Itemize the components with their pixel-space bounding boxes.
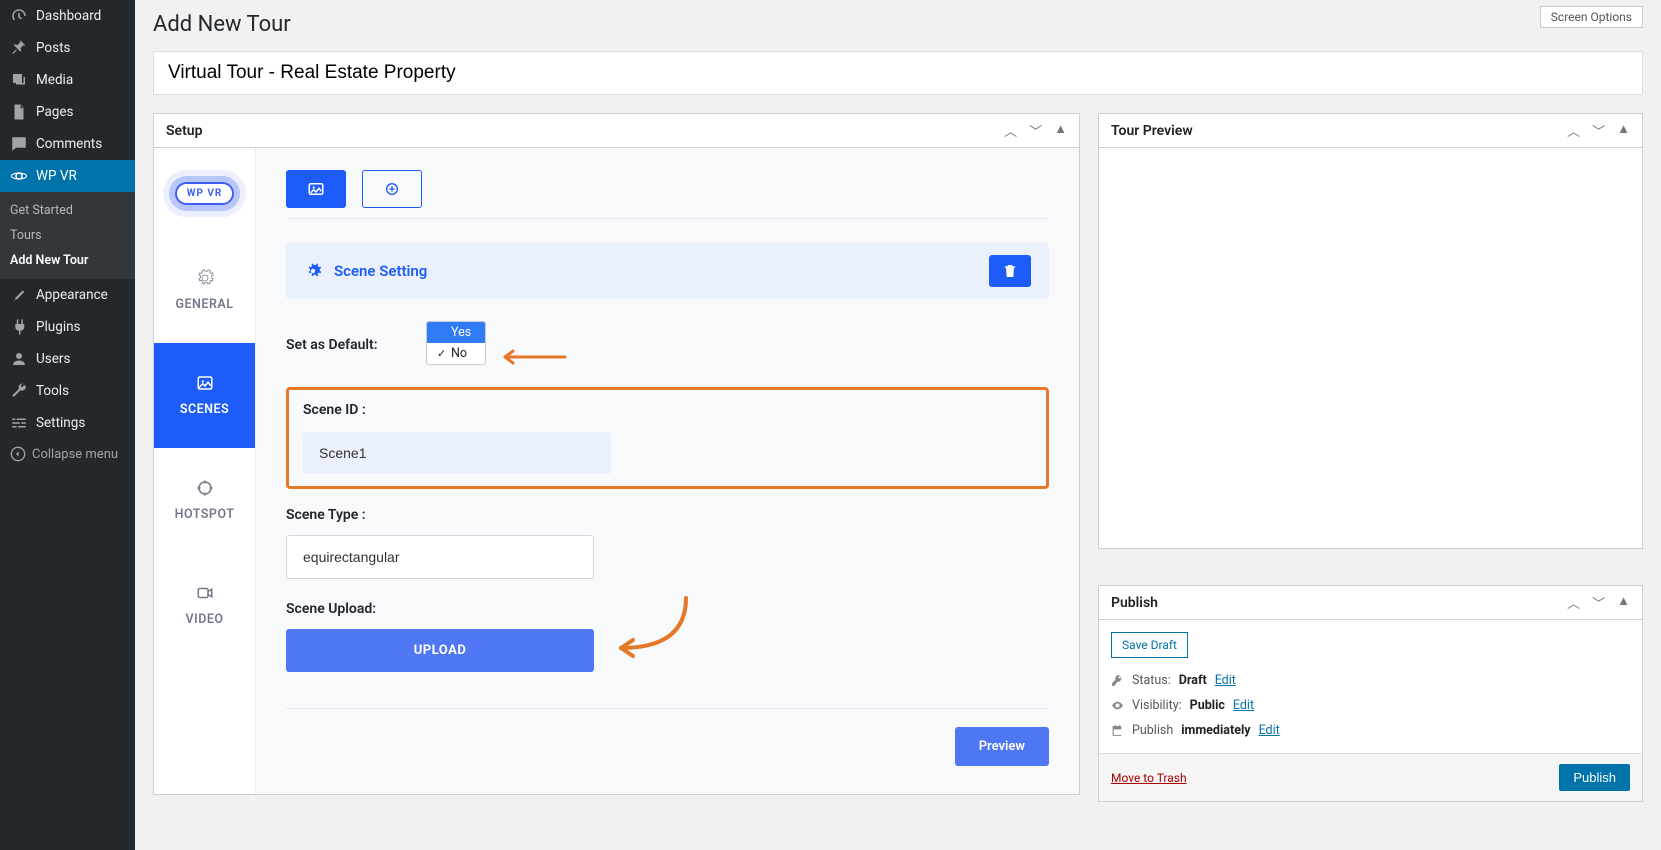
option-yes[interactable]: Yes bbox=[427, 322, 485, 343]
sidebar-item-comments[interactable]: Comments bbox=[0, 128, 135, 160]
page-icon bbox=[10, 103, 28, 121]
trash-icon bbox=[1002, 263, 1018, 279]
chevron-down-icon[interactable]: ﹀ bbox=[1592, 593, 1605, 612]
wrench-icon bbox=[10, 382, 28, 400]
scene-id-input[interactable] bbox=[303, 432, 611, 474]
tab-video[interactable]: VIDEO bbox=[154, 553, 255, 658]
image-icon bbox=[196, 374, 214, 392]
caret-up-icon[interactable]: ▲ bbox=[1054, 121, 1067, 140]
preview-button[interactable]: Preview bbox=[955, 727, 1049, 766]
publish-postbox: Publish ︿ ﹀ ▲ Save Draft Status: Draft E… bbox=[1098, 585, 1643, 802]
edit-status-link[interactable]: Edit bbox=[1215, 673, 1236, 688]
submenu-tours[interactable]: Tours bbox=[0, 223, 135, 248]
vr-icon bbox=[10, 167, 28, 185]
chevron-up-icon[interactable]: ︿ bbox=[1004, 121, 1017, 140]
publish-button[interactable]: Publish bbox=[1559, 764, 1630, 791]
chevron-down-icon[interactable]: ﹀ bbox=[1592, 121, 1605, 140]
option-no[interactable]: ✓No bbox=[427, 343, 485, 364]
sidebar-item-dashboard[interactable]: Dashboard bbox=[0, 0, 135, 32]
brush-icon bbox=[10, 286, 28, 304]
calendar-icon bbox=[1111, 724, 1124, 737]
scene-setting-title: Scene Setting bbox=[334, 262, 427, 280]
plug-icon bbox=[10, 318, 28, 336]
main-content: Add New Tour Screen Options Setup ︿ ﹀ ▲ bbox=[135, 0, 1661, 850]
eye-icon bbox=[1111, 699, 1124, 712]
caret-up-icon[interactable]: ▲ bbox=[1617, 593, 1630, 612]
tour-preview-postbox: Tour Preview ︿ ﹀ ▲ bbox=[1098, 113, 1643, 549]
wpvr-logo: WP VR bbox=[154, 148, 255, 238]
sliders-icon bbox=[10, 414, 28, 432]
plus-circle-icon bbox=[384, 181, 400, 197]
pin-icon bbox=[10, 39, 28, 57]
user-icon bbox=[10, 350, 28, 368]
save-draft-button[interactable]: Save Draft bbox=[1111, 632, 1188, 658]
chevron-down-icon[interactable]: ﹀ bbox=[1029, 121, 1042, 140]
tab-general[interactable]: GENERAL bbox=[154, 238, 255, 343]
tour-preview-heading: Tour Preview bbox=[1111, 123, 1193, 139]
setup-heading: Setup bbox=[166, 123, 202, 139]
sidebar-item-plugins[interactable]: Plugins bbox=[0, 311, 135, 343]
sidebar-item-settings[interactable]: Settings bbox=[0, 407, 135, 439]
upload-button[interactable]: UPLOAD bbox=[286, 629, 594, 672]
sidebar-item-media[interactable]: Media bbox=[0, 64, 135, 96]
image-icon bbox=[307, 180, 325, 198]
key-icon bbox=[1111, 674, 1124, 687]
comment-icon bbox=[10, 135, 28, 153]
gear-icon bbox=[196, 269, 214, 287]
publish-heading: Publish bbox=[1111, 595, 1158, 611]
annotation-arrow-icon bbox=[497, 349, 567, 365]
sidebar-item-wpvr[interactable]: WP VR bbox=[0, 160, 135, 192]
tab-scenes[interactable]: SCENES bbox=[154, 343, 255, 448]
sidebar-item-pages[interactable]: Pages bbox=[0, 96, 135, 128]
sidebar-item-appearance[interactable]: Appearance bbox=[0, 279, 135, 311]
delete-scene-button[interactable] bbox=[989, 255, 1031, 287]
crosshair-icon bbox=[196, 479, 214, 497]
setup-postbox: Setup ︿ ﹀ ▲ WP VR GENERAL bbox=[153, 113, 1080, 795]
tour-preview-area bbox=[1099, 148, 1642, 548]
move-to-trash-link[interactable]: Move to Trash bbox=[1111, 771, 1187, 785]
gauge-icon bbox=[10, 7, 28, 25]
video-icon bbox=[196, 584, 214, 602]
chevron-up-icon[interactable]: ︿ bbox=[1567, 593, 1580, 612]
scene-type-input[interactable] bbox=[286, 535, 594, 579]
scene-type-label: Scene Type : bbox=[286, 507, 1049, 523]
edit-schedule-link[interactable]: Edit bbox=[1259, 723, 1280, 738]
sidebar-item-users[interactable]: Users bbox=[0, 343, 135, 375]
set-default-label: Set as Default: bbox=[286, 337, 426, 353]
edit-visibility-link[interactable]: Edit bbox=[1233, 698, 1254, 713]
scene-id-label: Scene ID : bbox=[303, 402, 1032, 418]
tour-title-input[interactable] bbox=[153, 51, 1643, 95]
scene-thumb-tab[interactable] bbox=[286, 170, 346, 208]
add-scene-tab[interactable] bbox=[362, 170, 422, 208]
collapse-menu[interactable]: Collapse menu bbox=[0, 439, 135, 469]
scene-upload-label: Scene Upload: bbox=[286, 601, 1049, 617]
caret-up-icon[interactable]: ▲ bbox=[1617, 121, 1630, 140]
screen-options-toggle[interactable]: Screen Options bbox=[1540, 6, 1643, 28]
submenu-add-new-tour[interactable]: Add New Tour bbox=[0, 248, 135, 273]
sidebar-item-tools[interactable]: Tools bbox=[0, 375, 135, 407]
chevron-up-icon[interactable]: ︿ bbox=[1567, 121, 1580, 140]
set-default-dropdown[interactable]: Yes ✓No bbox=[426, 321, 486, 365]
gear-icon bbox=[304, 262, 322, 280]
admin-sidebar: Dashboard Posts Media Pages Comments WP … bbox=[0, 0, 135, 850]
sidebar-item-posts[interactable]: Posts bbox=[0, 32, 135, 64]
page-title: Add New Tour bbox=[153, 6, 291, 43]
scene-id-highlight: Scene ID : bbox=[286, 387, 1049, 489]
chevron-left-circle-icon bbox=[10, 446, 26, 462]
tab-hotspot[interactable]: HOTSPOT bbox=[154, 448, 255, 553]
submenu-get-started[interactable]: Get Started bbox=[0, 198, 135, 223]
media-icon bbox=[10, 71, 28, 89]
